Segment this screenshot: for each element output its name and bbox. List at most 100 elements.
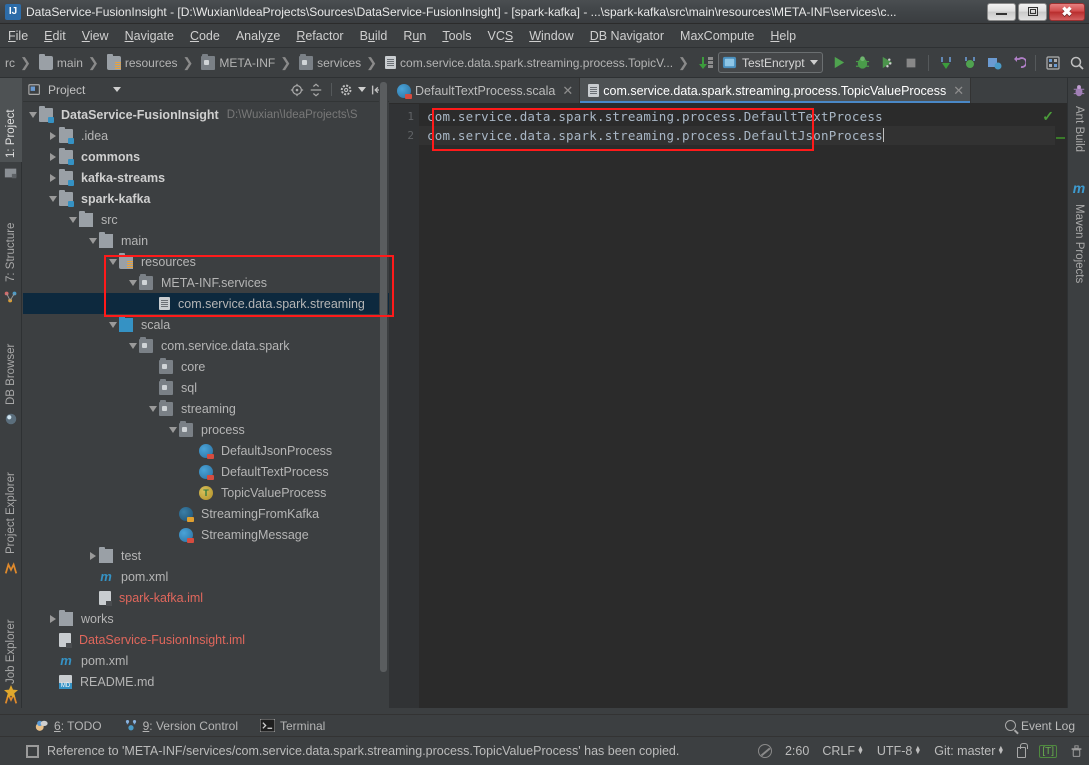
breadcrumb-item-resources[interactable]: resources ❯: [104, 53, 199, 73]
sidebar-item-ant-build[interactable]: Ant Build: [1068, 102, 1089, 176]
run-configuration-selector[interactable]: TestEncrypt: [717, 52, 823, 73]
update-project-icon[interactable]: [694, 52, 716, 74]
tree-row[interactable]: DataService-FusionInsight.iml: [23, 629, 389, 650]
readonly-lock-icon[interactable]: [1017, 743, 1028, 758]
menu-build[interactable]: Build: [352, 27, 396, 45]
chevron-right-icon[interactable]: [50, 131, 56, 140]
search-everywhere-button[interactable]: [1066, 52, 1088, 74]
sidebar-item-structure[interactable]: 7: Structure: [0, 188, 22, 286]
minimize-button[interactable]: [987, 2, 1016, 21]
close-icon[interactable]: ✕: [953, 83, 964, 99]
tree-row[interactable]: main: [23, 230, 389, 251]
project-tree[interactable]: DataService-FusionInsight D:\Wuxian\IdeaP…: [23, 102, 389, 708]
chevron-down-icon[interactable]: [29, 111, 37, 118]
tree-row[interactable]: process: [23, 419, 389, 440]
menu-window[interactable]: Window: [521, 27, 581, 45]
close-button[interactable]: ✖: [1049, 2, 1085, 21]
settings-gear-icon[interactable]: [339, 82, 355, 98]
tree-row[interactable]: com.service.data.spark: [23, 335, 389, 356]
bottom-tab-version-control[interactable]: 9: Version Control: [124, 719, 238, 733]
chevron-down-icon[interactable]: [69, 216, 77, 223]
chevron-down-icon[interactable]: [89, 237, 97, 244]
chevron-down-icon[interactable]: [49, 195, 57, 202]
tree-row[interactable]: com.service.data.spark.streaming: [23, 293, 389, 314]
encoding-selector[interactable]: UTF-8 ▲ ▼: [877, 744, 921, 758]
tree-row[interactable]: src: [23, 209, 389, 230]
chevron-right-icon[interactable]: [50, 614, 56, 623]
vcs-commit-button[interactable]: [959, 52, 981, 74]
chevron-down-icon[interactable]: [129, 342, 137, 349]
tree-row[interactable]: streaming: [23, 398, 389, 419]
statusbar-toggle-icon[interactable]: [26, 744, 39, 758]
run-with-coverage-button[interactable]: [876, 52, 898, 74]
menu-refactor[interactable]: Refactor: [288, 27, 351, 45]
tree-scrollbar-thumb[interactable]: [380, 82, 387, 672]
tree-row[interactable]: spark-kafka: [23, 188, 389, 209]
tree-row[interactable]: resources: [23, 251, 389, 272]
tree-row[interactable]: commons: [23, 146, 389, 167]
event-log-button[interactable]: Event Log: [1004, 719, 1089, 733]
tree-row[interactable]: m pom.xml: [23, 650, 389, 671]
tree-row[interactable]: sql: [23, 377, 389, 398]
tab-badge[interactable]: [T]: [1039, 744, 1057, 758]
sidebar-item-project-explorer[interactable]: Project Explorer: [0, 436, 22, 558]
menu-tools[interactable]: Tools: [434, 27, 479, 45]
tree-row[interactable]: kafka-streams: [23, 167, 389, 188]
editor-scrollbar[interactable]: [1055, 104, 1067, 708]
debug-button[interactable]: [852, 52, 874, 74]
bottom-tab-todo[interactable]: 6: TODO: [34, 719, 102, 733]
chevron-right-icon[interactable]: [50, 173, 56, 182]
tree-row[interactable]: .idea: [23, 125, 389, 146]
tree-row[interactable]: works: [23, 608, 389, 629]
chevron-down-icon[interactable]: [129, 279, 137, 286]
vcs-update-button[interactable]: [935, 52, 957, 74]
sidebar-item-job-explorer[interactable]: Job Explorer: [0, 584, 22, 688]
tree-row[interactable]: META-INF.services: [23, 272, 389, 293]
chevron-down-icon[interactable]: [149, 405, 157, 412]
tree-row[interactable]: scala: [23, 314, 389, 335]
chevron-down-icon[interactable]: [113, 87, 122, 92]
tree-row[interactable]: m pom.xml: [23, 566, 389, 587]
settings-button[interactable]: [1042, 52, 1064, 74]
git-branch-selector[interactable]: Git: master ▲ ▼: [934, 744, 1004, 758]
tree-row[interactable]: spark-kafka.iml: [23, 587, 389, 608]
menu-edit[interactable]: Edit: [36, 27, 74, 45]
undo-button[interactable]: [1007, 52, 1029, 74]
close-icon[interactable]: ✕: [562, 83, 573, 99]
maximize-button[interactable]: [1018, 2, 1047, 21]
tree-row[interactable]: test: [23, 545, 389, 566]
menu-analyze[interactable]: Analyze: [228, 27, 288, 45]
tree-scrollbar[interactable]: [379, 80, 388, 708]
editor-tab-default-text-process[interactable]: DefaultTextProcess.scala ✕: [389, 78, 581, 103]
tree-row[interactable]: T TopicValueProcess: [23, 482, 389, 503]
chevron-down-icon[interactable]: [109, 258, 117, 265]
memory-trash-icon[interactable]: [1070, 744, 1083, 758]
editor-tab-topic-value-process[interactable]: com.service.data.spark.streaming.process…: [580, 78, 972, 103]
breadcrumb-item-services[interactable]: services ❯: [296, 53, 382, 73]
sidebar-item-db-browser[interactable]: DB Browser: [0, 313, 22, 409]
no-access-icon[interactable]: [757, 744, 772, 758]
run-button[interactable]: [828, 52, 850, 74]
chevron-right-icon[interactable]: [90, 551, 96, 560]
inspection-ok-icon[interactable]: ✓: [1042, 108, 1054, 125]
scroll-from-source-icon[interactable]: [289, 82, 305, 98]
menu-code[interactable]: Code: [182, 27, 228, 45]
menu-view[interactable]: View: [74, 27, 117, 45]
chevron-right-icon[interactable]: [50, 152, 56, 161]
menu-file[interactable]: File: [0, 27, 36, 45]
vcs-history-button[interactable]: [983, 52, 1005, 74]
menu-db-navigator[interactable]: DB Navigator: [582, 27, 672, 45]
sidebar-item-maven-projects[interactable]: Maven Projects: [1068, 200, 1089, 304]
breadcrumb-item-meta-inf[interactable]: META-INF ❯: [198, 53, 296, 73]
editor-text[interactable]: com.service.data.spark.streaming.process…: [419, 104, 1055, 708]
stop-button[interactable]: [900, 52, 922, 74]
tree-row[interactable]: DataService-FusionInsight D:\Wuxian\IdeaP…: [23, 104, 389, 125]
line-separator-selector[interactable]: CRLF ▲ ▼: [822, 744, 864, 758]
tree-row[interactable]: core: [23, 356, 389, 377]
bottom-tab-terminal[interactable]: Terminal: [259, 719, 325, 733]
menu-maxcompute[interactable]: MaxCompute: [672, 27, 762, 45]
code-editor[interactable]: 1 2 com.service.data.spark.streaming.pro…: [389, 104, 1067, 708]
sidebar-item-project[interactable]: 1: Project: [0, 78, 22, 162]
menu-navigate[interactable]: Navigate: [117, 27, 182, 45]
menu-run[interactable]: Run: [395, 27, 434, 45]
